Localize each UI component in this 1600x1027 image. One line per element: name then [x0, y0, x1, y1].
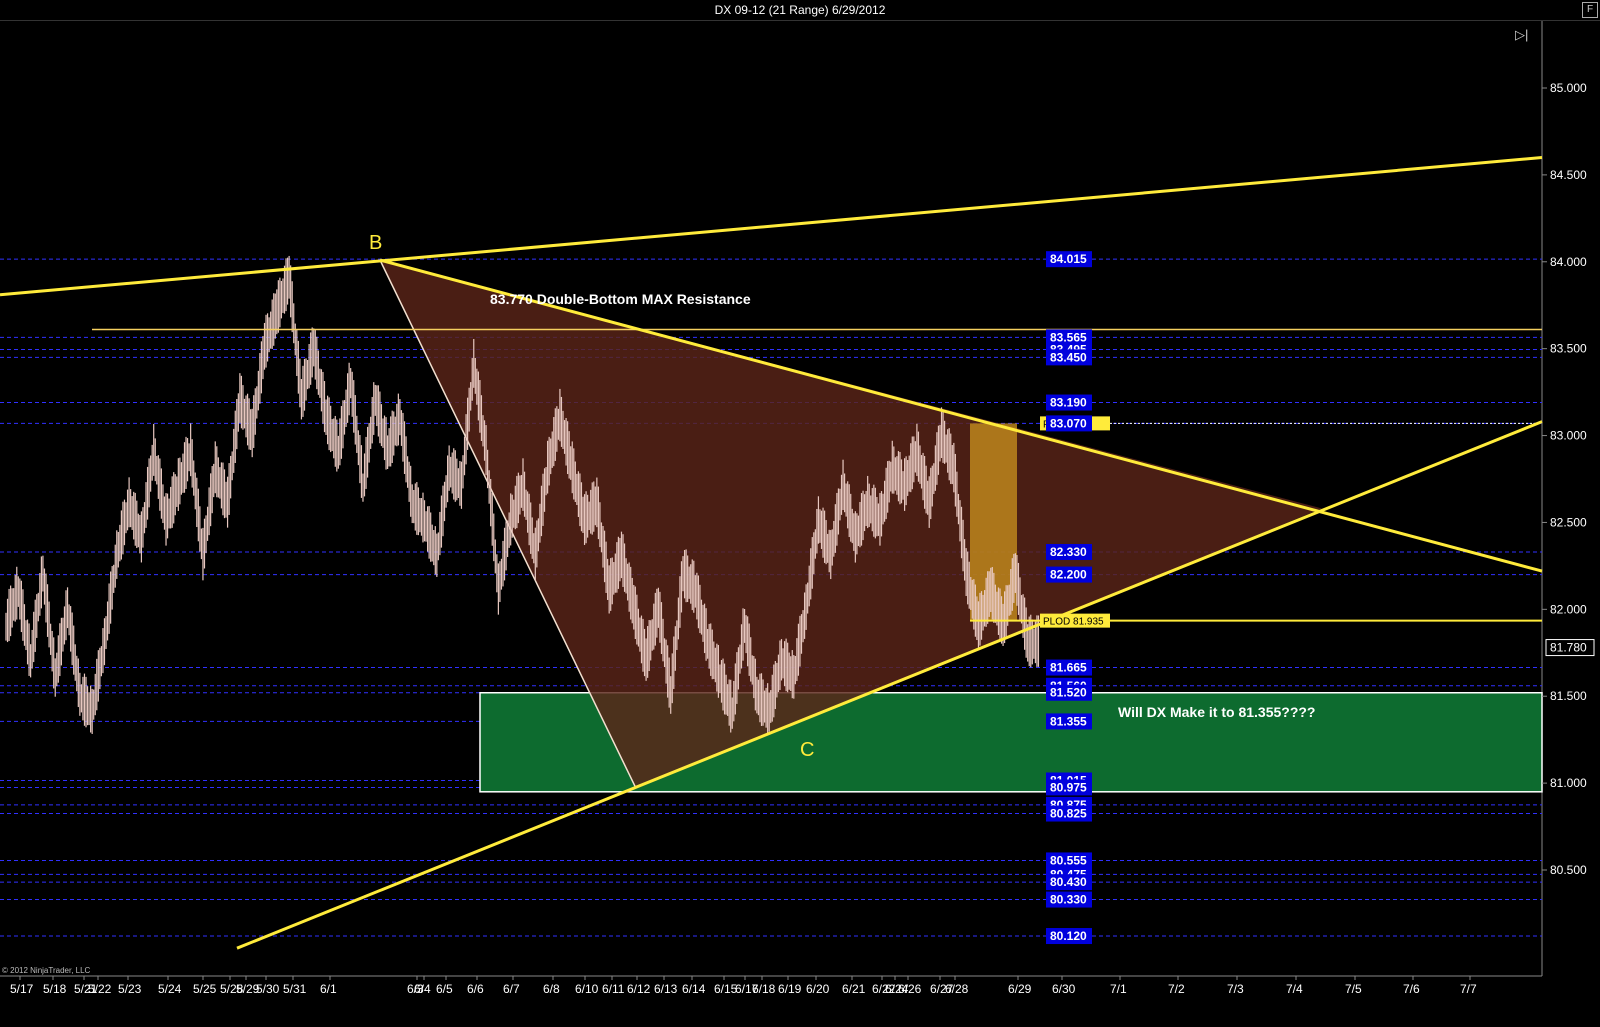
- x-tick-label: 6/28: [945, 982, 969, 996]
- x-tick-label: 6/13: [654, 982, 678, 996]
- upper-trend-line: [0, 156, 1543, 297]
- level-label: 80.120: [1050, 929, 1087, 943]
- x-tick-label: 6/6: [467, 982, 484, 996]
- level-label: 83.070: [1050, 416, 1087, 430]
- x-tick-label: 6/10: [575, 982, 599, 996]
- x-tick-label: 7/5: [1345, 982, 1362, 996]
- x-tick-label: 7/2: [1168, 982, 1185, 996]
- level-label: 80.555: [1050, 853, 1087, 867]
- x-tick-label: 6/21: [842, 982, 866, 996]
- x-tick-label: 5/18: [43, 982, 67, 996]
- x-tick-label: 5/22: [88, 982, 112, 996]
- level-label: 82.330: [1050, 545, 1087, 559]
- chart-title: DX 09-12 (21 Range) 6/29/2012: [714, 3, 886, 17]
- y-tick-label: 81.000: [1550, 776, 1587, 790]
- x-tick-label: 6/5: [436, 982, 453, 996]
- y-tick-label: 82.500: [1550, 515, 1587, 529]
- y-tick-label: 83.500: [1550, 342, 1587, 356]
- level-label: 83.450: [1050, 350, 1087, 364]
- x-tick-label: 5/23: [118, 982, 142, 996]
- y-tick-label: 85.000: [1550, 81, 1587, 95]
- x-tick-label: 6/29: [1008, 982, 1032, 996]
- x-tick-label: 7/6: [1403, 982, 1420, 996]
- x-tick-label: 5/25: [193, 982, 217, 996]
- level-label: 80.825: [1050, 807, 1087, 821]
- x-tick-label: 6/12: [627, 982, 651, 996]
- level-label: 80.330: [1050, 893, 1087, 907]
- level-label: 80.975: [1050, 780, 1087, 794]
- point-b-label: B: [369, 232, 382, 254]
- x-tick-label: 6/30: [1052, 982, 1076, 996]
- scroll-end-icon[interactable]: ▷|: [1515, 27, 1528, 42]
- level-label: 80.430: [1050, 875, 1087, 889]
- point-c-label: C: [800, 739, 814, 761]
- y-tick-label: 81.500: [1550, 689, 1587, 703]
- level-label: 81.520: [1050, 686, 1087, 700]
- level-label: 82.200: [1050, 568, 1087, 582]
- x-tick-label: 6/8: [543, 982, 560, 996]
- x-tick-label: 6/11: [602, 982, 625, 996]
- y-tick-label: 84.000: [1550, 255, 1587, 269]
- y-tick-label: 83.000: [1550, 429, 1587, 443]
- x-tick-label: 5/31: [283, 982, 307, 996]
- x-tick-label: 6/20: [806, 982, 830, 996]
- x-tick-label: 7/1: [1110, 982, 1127, 996]
- y-tick-label: 84.500: [1550, 168, 1587, 182]
- last-price-label: 81.780: [1550, 641, 1587, 655]
- question-annotation: Will DX Make it to 81.355????: [1118, 704, 1315, 720]
- x-tick-label: 5/24: [158, 982, 182, 996]
- level-label: 83.190: [1050, 396, 1087, 410]
- plod-label: PLOD 81.935: [1043, 617, 1104, 628]
- resistance-annotation: 83.770 Double-Bottom MAX Resistance: [490, 291, 751, 307]
- x-tick-label: 7/3: [1227, 982, 1244, 996]
- x-tick-label: 6/7: [503, 982, 520, 996]
- x-tick-label: 5/17: [10, 982, 34, 996]
- price-chart[interactable]: B C 83.770 Double-Bottom MAX Resistance Wil…: [0, 21, 1600, 1027]
- x-tick-label: 5/30: [256, 982, 280, 996]
- x-tick-label: 7/7: [1460, 982, 1477, 996]
- x-tick-label: 6/14: [682, 982, 706, 996]
- y-tick-label: 82.000: [1550, 602, 1587, 616]
- float-toggle-button[interactable]: F: [1582, 2, 1598, 18]
- x-tick-label: 6/18: [752, 982, 776, 996]
- level-label: 84.015: [1050, 252, 1087, 266]
- copyright-text: © 2012 NinjaTrader, LLC: [2, 966, 91, 975]
- x-tick-label: 6/1: [320, 982, 337, 996]
- y-tick-label: 80.500: [1550, 863, 1587, 877]
- x-tick-label: 6/4: [414, 982, 431, 996]
- x-tick-label: 6/19: [778, 982, 802, 996]
- x-tick-label: 7/4: [1286, 982, 1303, 996]
- window-title: DX 09-12 (21 Range) 6/29/2012 F: [0, 0, 1600, 21]
- x-tick-label: 6/26: [898, 982, 922, 996]
- level-label: 81.355: [1050, 714, 1087, 728]
- level-label: 81.665: [1050, 661, 1087, 675]
